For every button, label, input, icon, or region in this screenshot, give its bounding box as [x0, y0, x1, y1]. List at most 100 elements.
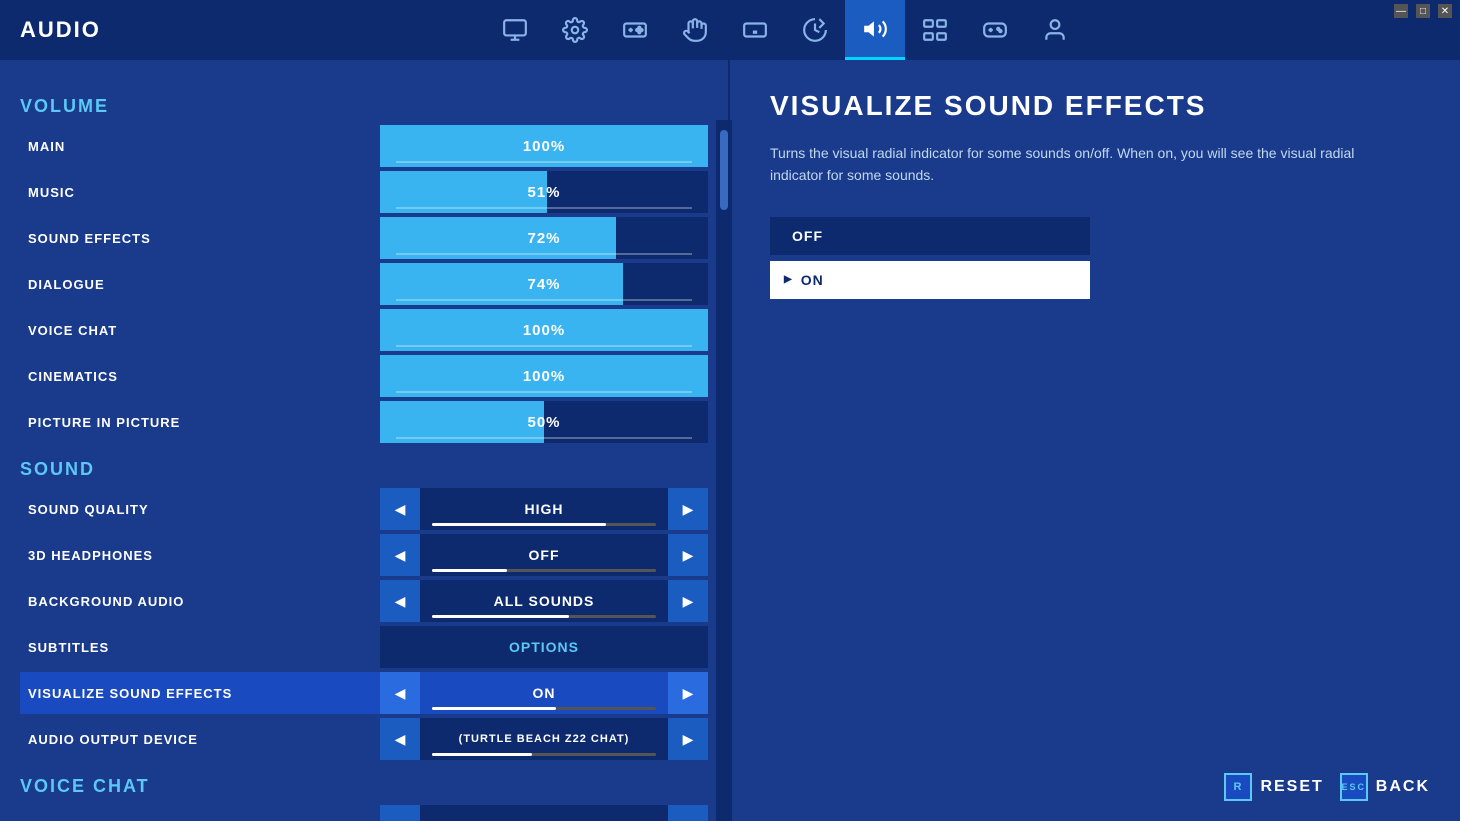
volume-voicechat-row[interactable]: VOICE CHAT 100%	[20, 309, 708, 351]
nav-icon-audio[interactable]	[845, 0, 905, 60]
volume-dialogue-bar[interactable]: 74%	[380, 263, 708, 305]
detail-option-on-label: ON	[801, 272, 824, 288]
voice-chat-row[interactable]: VOICE CHAT ◀ EVERYBODY ▶	[20, 805, 708, 821]
bg-audio-right-arrow[interactable]: ▶	[668, 580, 708, 622]
volume-music-row[interactable]: MUSIC 51%	[20, 171, 708, 213]
bg-audio-value: ALL SOUNDS	[420, 580, 668, 622]
nav-icon-gamepad[interactable]	[965, 0, 1025, 60]
subtitles-row[interactable]: SUBTITLES OPTIONS	[20, 626, 708, 668]
voice-chat-left-arrow[interactable]: ◀	[380, 805, 420, 821]
nav-icons	[485, 0, 1085, 60]
volume-pip-control: 50%	[380, 401, 708, 443]
sound-quality-label: SOUND QUALITY	[20, 502, 380, 517]
audio-output-value: (TURTLE BEACH Z22 CHAT)	[420, 718, 668, 760]
bg-audio-left-arrow[interactable]: ◀	[380, 580, 420, 622]
audio-output-right-arrow[interactable]: ▶	[668, 718, 708, 760]
detail-description: Turns the visual radial indicator for so…	[770, 142, 1390, 187]
headphones-row[interactable]: 3D HEADPHONES ◀ OFF ▶	[20, 534, 708, 576]
volume-dialogue-label: DIALOGUE	[20, 277, 380, 292]
subtitles-label: SUBTITLES	[20, 640, 380, 655]
sound-quality-row[interactable]: SOUND QUALITY ◀ HIGH ▶	[20, 488, 708, 530]
nav-icon-replay[interactable]	[905, 0, 965, 60]
volume-cinematics-row[interactable]: CINEMATICS 100%	[20, 355, 708, 397]
nav-icon-gear[interactable]	[545, 0, 605, 60]
voice-chat-section-header: VOICE CHAT	[20, 776, 708, 797]
reset-button[interactable]: R RESET	[1224, 773, 1323, 801]
volume-sfx-row[interactable]: SOUND EFFECTS 72%	[20, 217, 708, 259]
volume-dialogue-control: 74%	[380, 263, 708, 305]
visualize-sfx-right-arrow[interactable]: ▶	[668, 672, 708, 714]
close-button[interactable]: ✕	[1438, 4, 1452, 18]
volume-cinematics-control: 100%	[380, 355, 708, 397]
nav-icon-account[interactable]	[1025, 0, 1085, 60]
maximize-button[interactable]: □	[1416, 4, 1430, 18]
audio-output-control: ◀ (TURTLE BEACH Z22 CHAT) ▶	[380, 718, 708, 760]
bg-audio-control: ◀ ALL SOUNDS ▶	[380, 580, 708, 622]
detail-option-off[interactable]: OFF	[770, 217, 1090, 255]
headphones-label: 3D HEADPHONES	[20, 548, 380, 563]
volume-pip-label: PICTURE IN PICTURE	[20, 415, 380, 430]
visualize-sfx-row[interactable]: VISUALIZE SOUND EFFECTS ◀ ON ▶	[20, 672, 708, 714]
sound-quality-right-arrow[interactable]: ▶	[668, 488, 708, 530]
volume-music-bar[interactable]: 51%	[380, 171, 708, 213]
reset-key: R	[1224, 773, 1252, 801]
scroll-thumb[interactable]	[720, 130, 728, 210]
volume-dialogue-row[interactable]: DIALOGUE 74%	[20, 263, 708, 305]
right-panel: VISUALIZE SOUND EFFECTS Turns the visual…	[730, 60, 1460, 821]
audio-output-left-arrow[interactable]: ◀	[380, 718, 420, 760]
detail-options: OFF ▶ ON	[770, 217, 1420, 299]
volume-main-bar[interactable]: 100%	[380, 125, 708, 167]
nav-icon-hand[interactable]	[665, 0, 725, 60]
nav-icon-performance[interactable]	[785, 0, 845, 60]
sound-quality-left-arrow[interactable]: ◀	[380, 488, 420, 530]
bg-audio-label: BACKGROUND AUDIO	[20, 594, 380, 609]
volume-cinematics-bar[interactable]: 100%	[380, 355, 708, 397]
audio-output-row[interactable]: AUDIO OUTPUT DEVICE ◀ (TURTLE BEACH Z22 …	[20, 718, 708, 760]
audio-output-label: AUDIO OUTPUT DEVICE	[20, 732, 380, 747]
voice-chat-value: EVERYBODY	[420, 805, 668, 821]
voice-chat-right-arrow[interactable]: ▶	[668, 805, 708, 821]
page-title: AUDIO	[20, 17, 101, 43]
sound-quality-value: HIGH	[420, 488, 668, 530]
volume-pip-bar[interactable]: 50%	[380, 401, 708, 443]
headphones-right-arrow[interactable]: ▶	[668, 534, 708, 576]
volume-voicechat-bar[interactable]: 100%	[380, 309, 708, 351]
nav-icon-keyboard[interactable]	[725, 0, 785, 60]
volume-sfx-bar[interactable]: 72%	[380, 217, 708, 259]
main-content: VOLUME MAIN 100% MUSIC 51%	[0, 60, 1460, 821]
audio-output-selector: ◀ (TURTLE BEACH Z22 CHAT) ▶	[380, 718, 708, 760]
volume-main-control: 100%	[380, 125, 708, 167]
sound-section-header: SOUND	[20, 459, 708, 480]
top-nav: AUDIO	[0, 0, 1460, 60]
volume-sfx-label: SOUND EFFECTS	[20, 231, 380, 246]
volume-section-header: VOLUME	[20, 96, 708, 117]
volume-sfx-control: 72%	[380, 217, 708, 259]
back-button[interactable]: ESC BACK	[1340, 773, 1430, 801]
voice-chat-control: ◀ EVERYBODY ▶	[380, 805, 708, 821]
title-bar: — □ ✕	[1386, 0, 1460, 22]
nav-icon-controller[interactable]	[605, 0, 665, 60]
left-panel: VOLUME MAIN 100% MUSIC 51%	[0, 60, 730, 821]
headphones-value: OFF	[420, 534, 668, 576]
detail-option-on-arrow: ▶	[784, 274, 793, 285]
detail-option-on[interactable]: ▶ ON	[770, 261, 1090, 299]
reset-label: RESET	[1260, 778, 1323, 796]
volume-music-control: 51%	[380, 171, 708, 213]
volume-pip-row[interactable]: PICTURE IN PICTURE 50%	[20, 401, 708, 443]
nav-icon-monitor[interactable]	[485, 0, 545, 60]
volume-cinematics-label: CINEMATICS	[20, 369, 380, 384]
volume-voicechat-control: 100%	[380, 309, 708, 351]
volume-main-row[interactable]: MAIN 100%	[20, 125, 708, 167]
visualize-sfx-left-arrow[interactable]: ◀	[380, 672, 420, 714]
subtitles-options-button[interactable]: OPTIONS	[380, 626, 708, 668]
bottom-buttons: R RESET ESC BACK	[1224, 773, 1430, 801]
minimize-button[interactable]: —	[1394, 4, 1408, 18]
back-label: BACK	[1376, 778, 1430, 796]
detail-title: VISUALIZE SOUND EFFECTS	[770, 90, 1420, 122]
headphones-left-arrow[interactable]: ◀	[380, 534, 420, 576]
bg-audio-selector: ◀ ALL SOUNDS ▶	[380, 580, 708, 622]
detail-option-off-label: OFF	[792, 228, 823, 244]
headphones-selector: ◀ OFF ▶	[380, 534, 708, 576]
bg-audio-row[interactable]: BACKGROUND AUDIO ◀ ALL SOUNDS ▶	[20, 580, 708, 622]
visualize-sfx-label: VISUALIZE SOUND EFFECTS	[20, 686, 380, 701]
